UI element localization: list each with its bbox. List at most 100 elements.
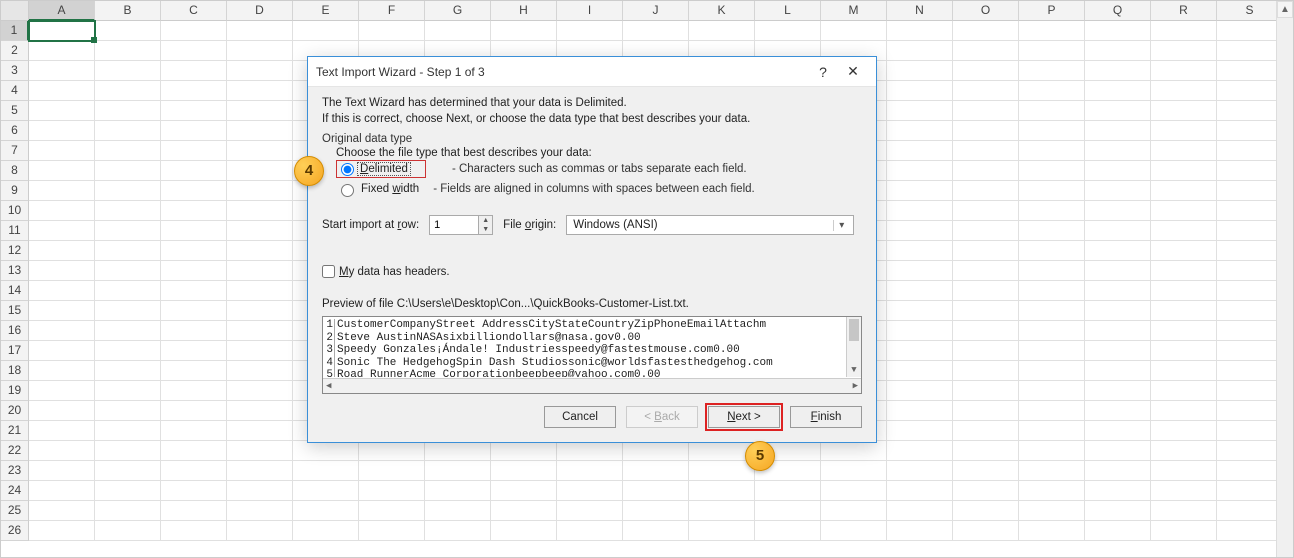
cell-D14[interactable] xyxy=(227,281,293,301)
cell-C16[interactable] xyxy=(161,321,227,341)
cell-N11[interactable] xyxy=(887,221,953,241)
cell-N4[interactable] xyxy=(887,81,953,101)
cell-N13[interactable] xyxy=(887,261,953,281)
cell-R7[interactable] xyxy=(1151,141,1217,161)
cell-J23[interactable] xyxy=(623,461,689,481)
file-origin-select[interactable]: Windows (ANSI) ▾ xyxy=(566,215,854,235)
cell-Q25[interactable] xyxy=(1085,501,1151,521)
cell-C14[interactable] xyxy=(161,281,227,301)
cell-N8[interactable] xyxy=(887,161,953,181)
cell-C22[interactable] xyxy=(161,441,227,461)
row-header-11[interactable]: 11 xyxy=(1,221,29,241)
cell-Q14[interactable] xyxy=(1085,281,1151,301)
cell-N9[interactable] xyxy=(887,181,953,201)
cell-C24[interactable] xyxy=(161,481,227,501)
cell-D7[interactable] xyxy=(227,141,293,161)
cell-R12[interactable] xyxy=(1151,241,1217,261)
cell-K25[interactable] xyxy=(689,501,755,521)
cell-C18[interactable] xyxy=(161,361,227,381)
scroll-right-icon[interactable]: ▶ xyxy=(853,381,858,391)
cell-B2[interactable] xyxy=(95,41,161,61)
cell-C12[interactable] xyxy=(161,241,227,261)
cell-O12[interactable] xyxy=(953,241,1019,261)
row-header-26[interactable]: 26 xyxy=(1,521,29,541)
cell-O7[interactable] xyxy=(953,141,1019,161)
column-header-O[interactable]: O xyxy=(953,1,1019,21)
cell-C4[interactable] xyxy=(161,81,227,101)
cell-B20[interactable] xyxy=(95,401,161,421)
cell-C15[interactable] xyxy=(161,301,227,321)
cell-P18[interactable] xyxy=(1019,361,1085,381)
cell-N23[interactable] xyxy=(887,461,953,481)
cell-L1[interactable] xyxy=(755,21,821,41)
start-row-input[interactable] xyxy=(430,216,478,234)
cell-O1[interactable] xyxy=(953,21,1019,41)
cell-Q11[interactable] xyxy=(1085,221,1151,241)
cell-R8[interactable] xyxy=(1151,161,1217,181)
cell-M22[interactable] xyxy=(821,441,887,461)
cell-C26[interactable] xyxy=(161,521,227,541)
column-header-A[interactable]: A xyxy=(29,1,95,21)
cell-C2[interactable] xyxy=(161,41,227,61)
cell-Q4[interactable] xyxy=(1085,81,1151,101)
cell-I22[interactable] xyxy=(557,441,623,461)
cell-O26[interactable] xyxy=(953,521,1019,541)
cell-Q3[interactable] xyxy=(1085,61,1151,81)
next-button[interactable]: Next > xyxy=(708,406,780,428)
column-header-R[interactable]: R xyxy=(1151,1,1217,21)
cell-A22[interactable] xyxy=(29,441,95,461)
row-header-20[interactable]: 20 xyxy=(1,401,29,421)
column-header-D[interactable]: D xyxy=(227,1,293,21)
cell-S19[interactable] xyxy=(1217,381,1283,401)
cell-R2[interactable] xyxy=(1151,41,1217,61)
cell-A2[interactable] xyxy=(29,41,95,61)
cell-D19[interactable] xyxy=(227,381,293,401)
cell-S4[interactable] xyxy=(1217,81,1283,101)
cell-H1[interactable] xyxy=(491,21,557,41)
row-header-14[interactable]: 14 xyxy=(1,281,29,301)
cell-B15[interactable] xyxy=(95,301,161,321)
cell-N15[interactable] xyxy=(887,301,953,321)
fixed-width-radio-label[interactable]: Fixed width xyxy=(361,183,419,195)
cell-A6[interactable] xyxy=(29,121,95,141)
cell-B12[interactable] xyxy=(95,241,161,261)
column-header-P[interactable]: P xyxy=(1019,1,1085,21)
cell-P17[interactable] xyxy=(1019,341,1085,361)
cell-S10[interactable] xyxy=(1217,201,1283,221)
cell-J1[interactable] xyxy=(623,21,689,41)
cell-C1[interactable] xyxy=(161,21,227,41)
scroll-up-icon[interactable]: ▲ xyxy=(1277,1,1293,18)
row-header-5[interactable]: 5 xyxy=(1,101,29,121)
cell-N16[interactable] xyxy=(887,321,953,341)
cell-R13[interactable] xyxy=(1151,261,1217,281)
cell-N26[interactable] xyxy=(887,521,953,541)
spin-up-icon[interactable]: ▲ xyxy=(479,216,492,225)
cell-S24[interactable] xyxy=(1217,481,1283,501)
cell-B21[interactable] xyxy=(95,421,161,441)
cell-Q13[interactable] xyxy=(1085,261,1151,281)
row-header-6[interactable]: 6 xyxy=(1,121,29,141)
cell-R6[interactable] xyxy=(1151,121,1217,141)
cell-J26[interactable] xyxy=(623,521,689,541)
cell-B5[interactable] xyxy=(95,101,161,121)
cell-N10[interactable] xyxy=(887,201,953,221)
cell-A13[interactable] xyxy=(29,261,95,281)
row-header-12[interactable]: 12 xyxy=(1,241,29,261)
column-header-Q[interactable]: Q xyxy=(1085,1,1151,21)
help-button[interactable]: ? xyxy=(808,64,838,80)
cell-D2[interactable] xyxy=(227,41,293,61)
cell-D20[interactable] xyxy=(227,401,293,421)
cell-D21[interactable] xyxy=(227,421,293,441)
row-header-22[interactable]: 22 xyxy=(1,441,29,461)
cell-O24[interactable] xyxy=(953,481,1019,501)
cell-P2[interactable] xyxy=(1019,41,1085,61)
cell-D5[interactable] xyxy=(227,101,293,121)
cell-R14[interactable] xyxy=(1151,281,1217,301)
cell-A14[interactable] xyxy=(29,281,95,301)
cell-Q9[interactable] xyxy=(1085,181,1151,201)
cell-O18[interactable] xyxy=(953,361,1019,381)
column-header-B[interactable]: B xyxy=(95,1,161,21)
cell-F23[interactable] xyxy=(359,461,425,481)
cell-N20[interactable] xyxy=(887,401,953,421)
cell-Q19[interactable] xyxy=(1085,381,1151,401)
